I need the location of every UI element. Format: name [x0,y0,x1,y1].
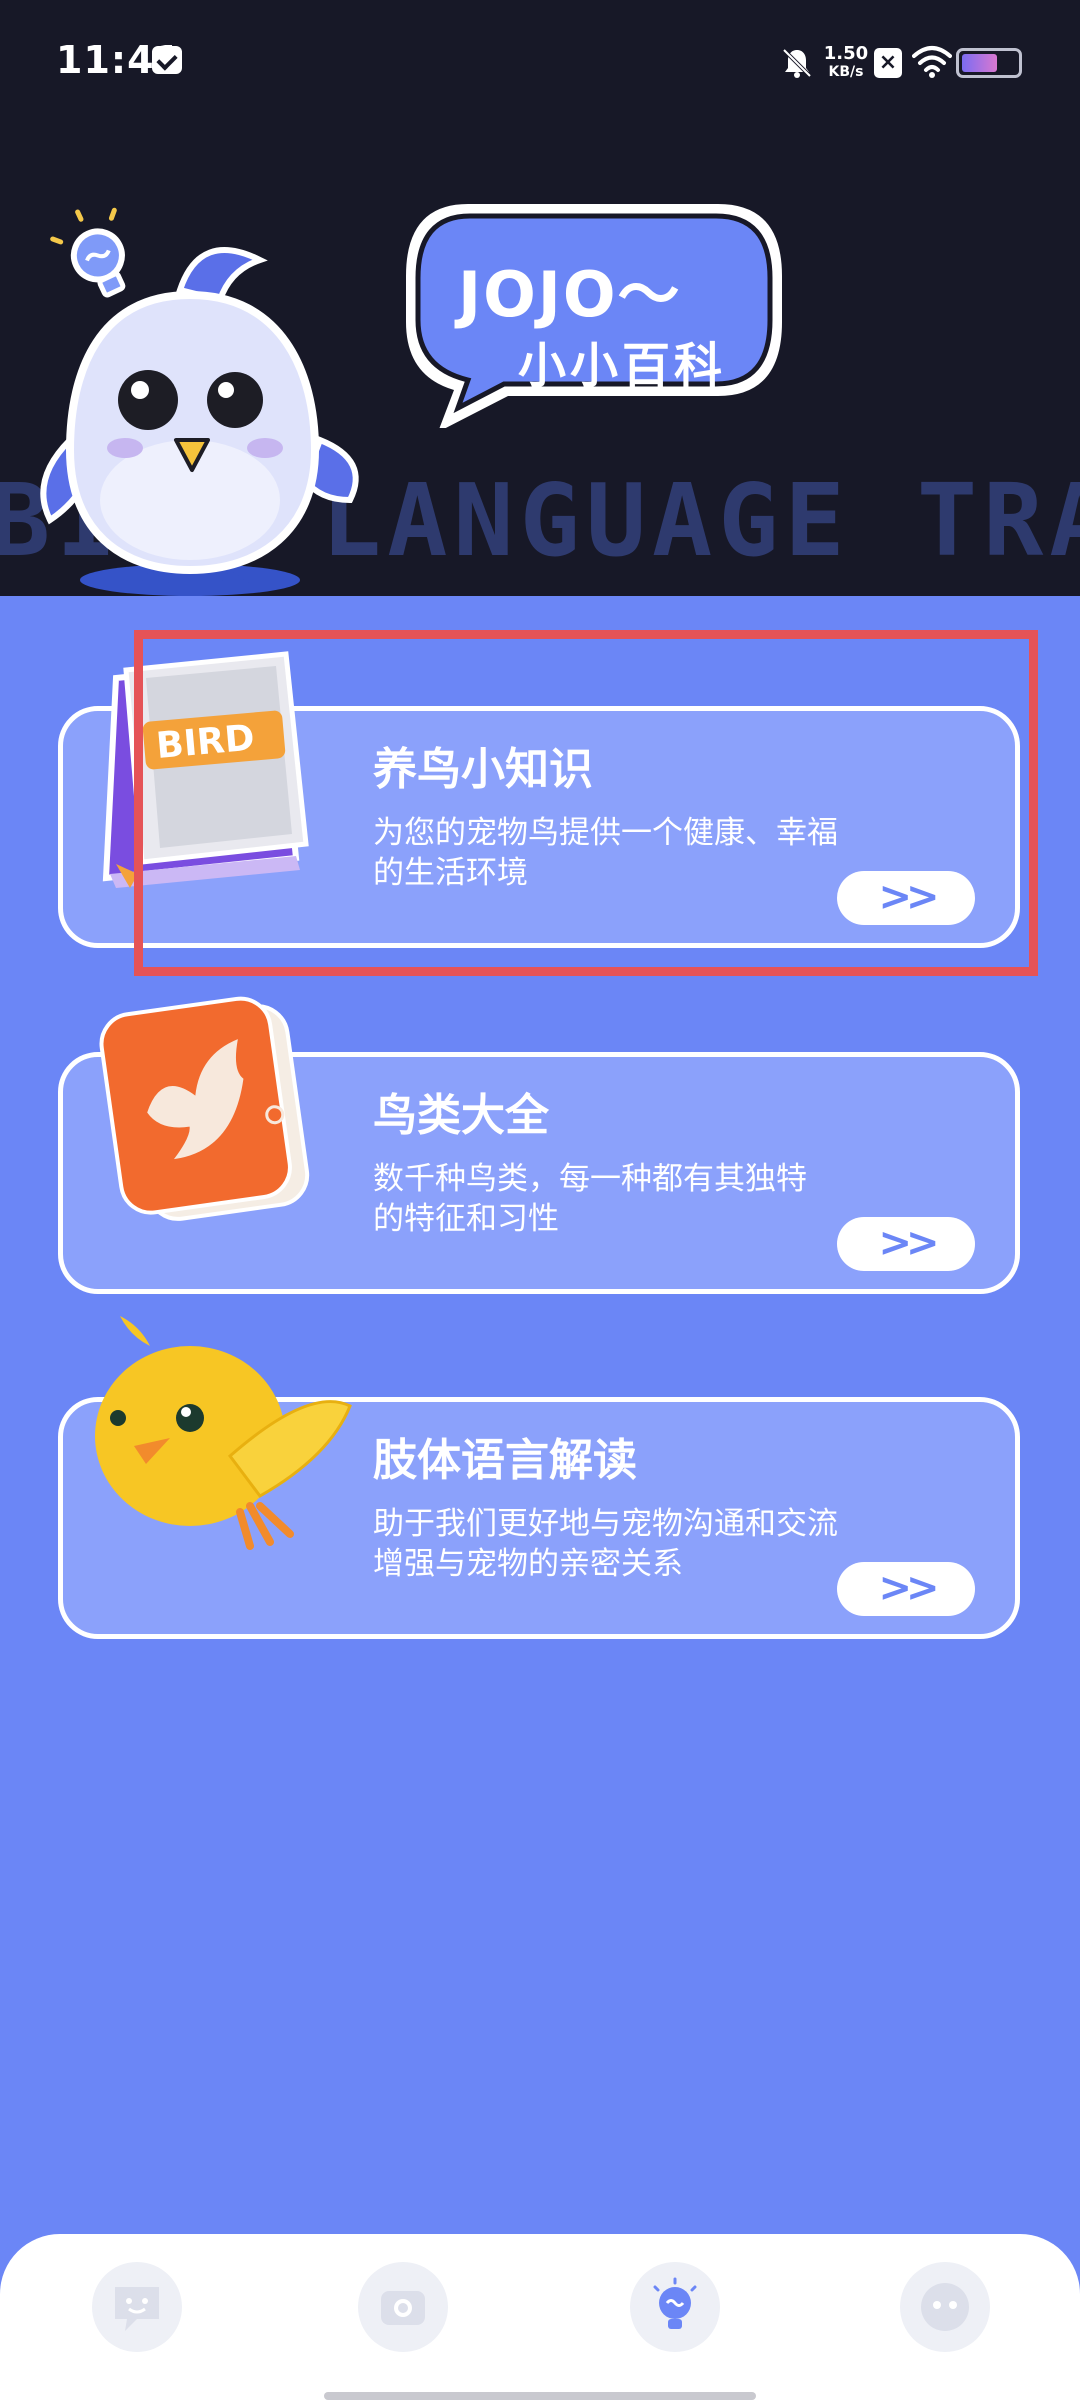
bulb-icon [653,2277,697,2329]
bottom-tab-bar [0,2234,1080,2408]
network-speed: 1.50 KB/s [822,44,870,82]
tab-profile[interactable] [900,2262,990,2352]
card-description-line: 助于我们更好地与宠物沟通和交流 [373,1506,838,1542]
card-arrow-button[interactable]: >> [837,1562,975,1616]
tab-camera[interactable] [358,2262,448,2352]
battery-level [962,54,997,72]
bubble-title: JOJO～ [458,258,682,331]
card-description-line: 的特征和习性 [373,1201,559,1237]
card-description: 助于我们更好地与宠物沟通和交流 增强与宠物的亲密关系 [373,1504,893,1584]
highlight-box [134,630,1038,976]
tab-encyclopedia[interactable] [630,2262,720,2352]
x-app-icon: × [874,48,902,78]
network-speed-unit: KB/s [828,64,864,80]
card-description-line: 增强与宠物的亲密关系 [373,1546,683,1582]
chat-icon [115,2287,159,2331]
bell-off-icon [782,48,812,78]
tab-chat[interactable] [92,2262,182,2352]
face-icon [921,2283,969,2331]
bird-logo-illustration [99,996,310,1221]
status-bar: 11:41 1.50 KB/s × [0,0,1080,120]
card-title: 鸟类大全 [373,1090,549,1141]
wifi-icon [912,46,952,78]
chick-illustration [95,1316,352,1550]
home-indicator[interactable] [324,2392,756,2400]
camera-icon [381,2291,425,2325]
card-arrow-button[interactable]: >> [837,1217,975,1271]
card-description-line: 数千种鸟类，每一种都有其独特 [373,1161,807,1197]
card-description: 数千种鸟类，每一种都有其独特 的特征和习性 [373,1159,893,1239]
header: 11:41 1.50 KB/s × BIRD LANGUAGE TRANSL [0,0,1080,596]
battery-icon [956,48,1022,78]
network-speed-value: 1.50 [823,43,869,64]
bubble-subtitle: 小小百科 [518,338,727,394]
mascot-bird [40,247,359,596]
card-title: 肢体语言解读 [373,1435,637,1486]
message-notification-icon [152,46,182,74]
